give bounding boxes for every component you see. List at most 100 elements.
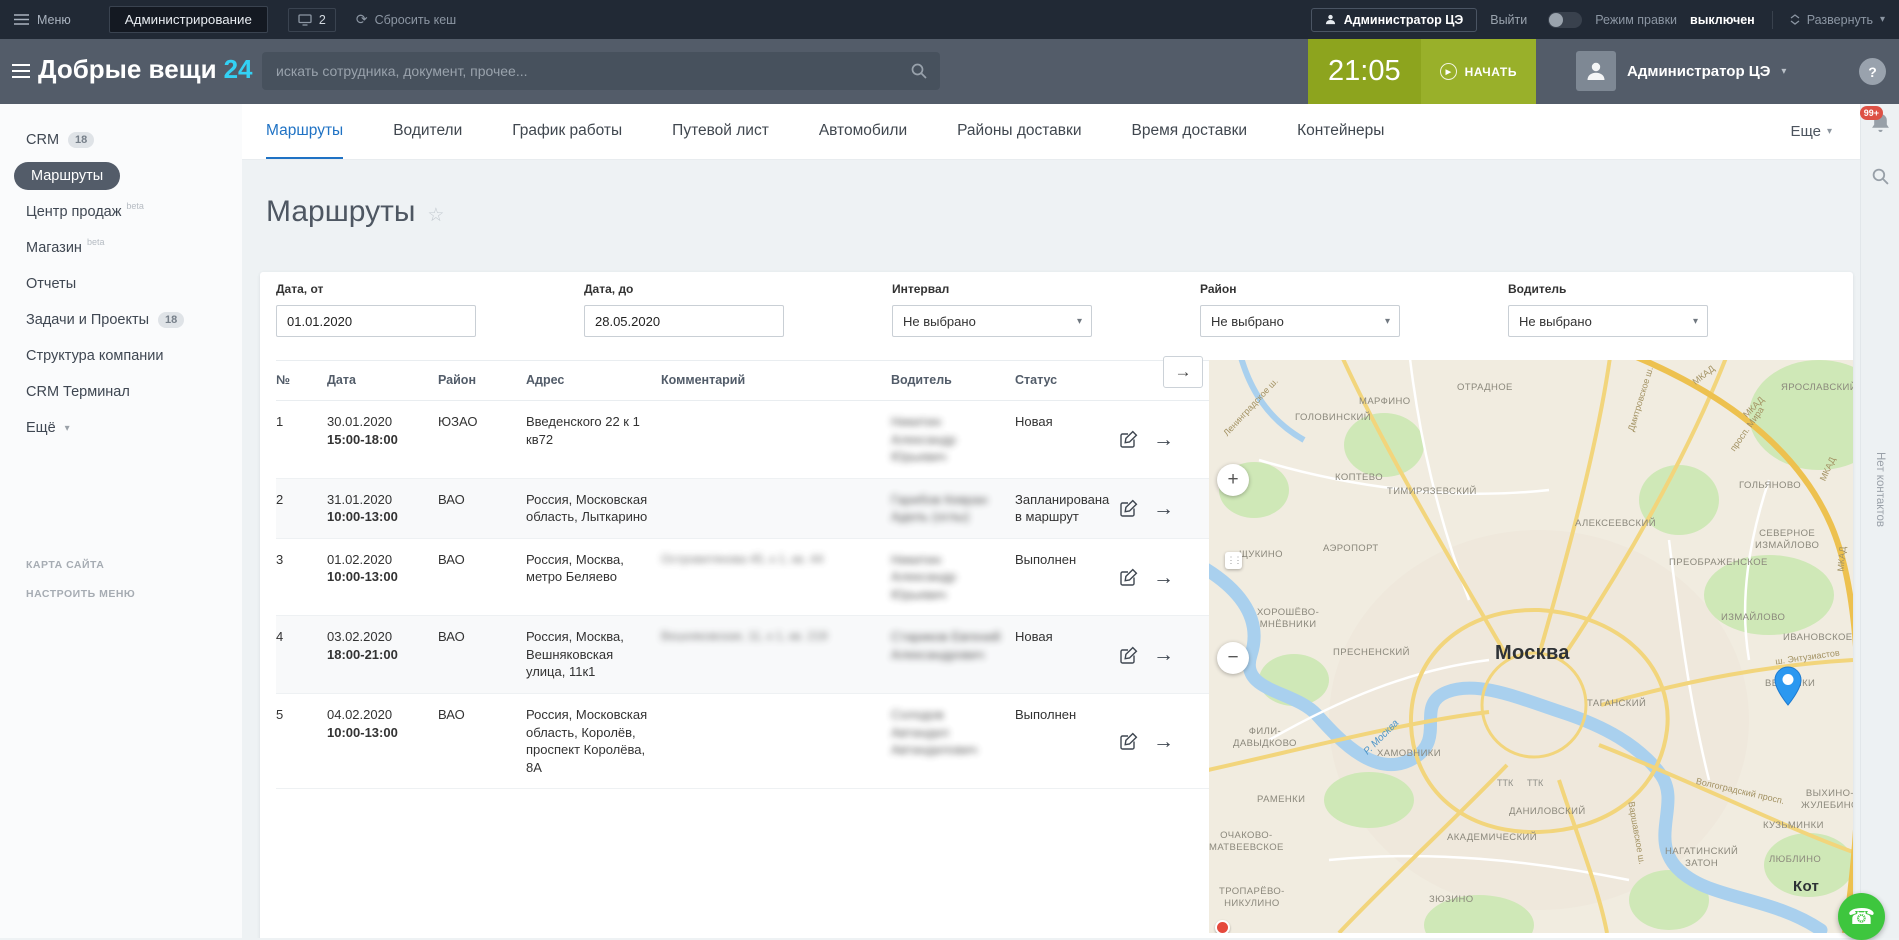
- expand-map-button[interactable]: →: [1163, 356, 1203, 388]
- sidebar-item-crm-terminal[interactable]: CRM Терминал: [0, 374, 242, 410]
- tab-delivery-districts[interactable]: Районы доставки: [957, 104, 1081, 159]
- cell-actions: →: [1120, 429, 1209, 450]
- filter-label: Дата, от: [276, 282, 476, 296]
- date-to-input[interactable]: [584, 305, 784, 337]
- table-row: 2 31.01.202010:00-13:00 ВАО Россия, Моск…: [276, 479, 1209, 539]
- cell-district: ВАО: [438, 551, 526, 604]
- sidebar-item-sales-center[interactable]: Центр продаж beta: [0, 194, 242, 230]
- cell-driver-blurred: Гарибов КевранАдель (оглы): [891, 491, 1015, 526]
- cell-driver-blurred: Солодов АвтандилАвтандилович: [891, 706, 1015, 776]
- filter-date-to: Дата, до: [584, 282, 784, 337]
- admin-account-label: Администратор ЦЭ: [1344, 13, 1464, 27]
- expand-button[interactable]: Развернуть ▾: [1790, 13, 1885, 27]
- logout-link[interactable]: Выйти: [1490, 13, 1527, 27]
- edit-icon[interactable]: [1120, 646, 1138, 664]
- worktime-start-label: НАЧАТЬ: [1465, 65, 1517, 79]
- administration-button[interactable]: Администрирование: [109, 6, 268, 33]
- col-header-address: Адрес: [526, 372, 661, 389]
- driver-select[interactable]: Не выбрано ▾: [1508, 305, 1708, 337]
- filter-interval: Интервал Не выбрано ▾: [892, 282, 1092, 337]
- sidebar-item-label: Ещё: [26, 420, 56, 436]
- counter-badge: 18: [158, 312, 184, 328]
- filter-label: Район: [1200, 282, 1400, 296]
- zoom-out-button[interactable]: −: [1217, 642, 1249, 674]
- main-header: Добрые вещи24 21:05 ▶ НАЧАТЬ Администрат…: [0, 39, 1899, 104]
- district-select[interactable]: Не выбрано ▾: [1200, 305, 1400, 337]
- worktime-widget[interactable]: 21:05 ▶ НАЧАТЬ: [1308, 39, 1536, 104]
- cell-district: ВАО: [438, 706, 526, 776]
- help-button[interactable]: ?: [1859, 58, 1886, 85]
- user-menu[interactable]: Администратор ЦЭ ▾: [1576, 51, 1786, 91]
- cell-comment: [661, 491, 891, 526]
- map-marker-red[interactable]: [1215, 920, 1230, 933]
- zoom-slider-handle[interactable]: ⋮⋮: [1225, 552, 1242, 569]
- map-pin[interactable]: [1773, 666, 1803, 706]
- admin-menu-button[interactable]: Меню: [14, 13, 71, 27]
- open-route-arrow[interactable]: →: [1153, 498, 1174, 519]
- rail-search-icon[interactable]: [1872, 168, 1889, 190]
- open-route-arrow[interactable]: →: [1153, 644, 1174, 665]
- section-tabs: Маршруты Водители График работы Путевой …: [242, 104, 1860, 160]
- filters-row: Дата, от Дата, до Интервал Не выбрано ▾ …: [276, 282, 1853, 337]
- tab-drivers[interactable]: Водители: [393, 104, 462, 159]
- sitemap-link[interactable]: КАРТА САЙТА: [26, 559, 135, 571]
- date-from-input[interactable]: [276, 305, 476, 337]
- edit-icon[interactable]: [1120, 732, 1138, 750]
- moscow-map[interactable]: ОТРАДНОЕ ЯРОСЛАВСКИЙ МАРФИНО ГОЛОВИНСКИЙ…: [1209, 360, 1853, 933]
- cell-address: Россия, Москва, Вешняковская улица, 11к1: [526, 628, 661, 681]
- user-icon: [1585, 60, 1607, 82]
- admin-topbar: Меню Администрирование 2 ⟳ Сбросить кеш …: [0, 0, 1899, 39]
- edit-icon[interactable]: [1120, 430, 1138, 448]
- beta-badge: beta: [87, 237, 105, 247]
- search-input[interactable]: [262, 52, 940, 90]
- tab-waybill[interactable]: Путевой лист: [672, 104, 769, 159]
- sidebar-item-label: CRM: [26, 132, 59, 148]
- monitor-counter-button[interactable]: 2: [288, 8, 336, 32]
- cell-district: ЮЗАО: [438, 413, 526, 466]
- telephony-button[interactable]: ☎: [1838, 893, 1885, 940]
- col-header-driver: Водитель: [891, 372, 1015, 389]
- user-icon: [1325, 14, 1336, 25]
- cell-driver-blurred: Стариков ЕвгенийАлександрович: [891, 628, 1015, 681]
- cell-num: 2: [276, 491, 327, 526]
- tab-cars[interactable]: Автомобили: [819, 104, 907, 159]
- sidebar: CRM 18 Маршруты Центр продаж beta Магази…: [0, 104, 242, 938]
- open-route-arrow[interactable]: →: [1153, 731, 1174, 752]
- sidebar-item-company-structure[interactable]: Структура компании: [0, 338, 242, 374]
- filter-date-from: Дата, от: [276, 282, 476, 337]
- edit-mode-toggle[interactable]: [1548, 12, 1582, 28]
- chevron-down-icon: ▾: [1693, 316, 1698, 327]
- worktime-start-button[interactable]: ▶ НАЧАТЬ: [1421, 39, 1536, 104]
- open-route-arrow[interactable]: →: [1153, 429, 1174, 450]
- admin-account-button[interactable]: Администратор ЦЭ: [1311, 8, 1478, 32]
- sidebar-item-crm[interactable]: CRM 18: [0, 122, 242, 158]
- sidebar-item-tasks-projects[interactable]: Задачи и Проекты 18: [0, 302, 242, 338]
- chevron-down-icon: ▾: [1385, 316, 1390, 327]
- right-rail: 99+ Нет контактов: [1860, 104, 1899, 938]
- sidebar-item-more[interactable]: Ещё ▾: [0, 410, 242, 446]
- tab-work-schedule[interactable]: График работы: [512, 104, 622, 159]
- col-header-status: Статус: [1015, 372, 1120, 389]
- tab-routes[interactable]: Маршруты: [266, 104, 343, 159]
- edit-icon[interactable]: [1120, 568, 1138, 586]
- tab-containers[interactable]: Контейнеры: [1297, 104, 1384, 159]
- sidebar-item-reports[interactable]: Отчеты: [0, 266, 242, 302]
- edit-icon[interactable]: [1120, 499, 1138, 517]
- open-route-arrow[interactable]: →: [1153, 567, 1174, 588]
- sidebar-item-routes[interactable]: Маршруты: [0, 158, 242, 194]
- sidebar-item-shop[interactable]: Магазин beta: [0, 230, 242, 266]
- chevron-down-icon: ▾: [1077, 316, 1082, 327]
- zoom-in-button[interactable]: +: [1217, 464, 1249, 496]
- tab-more[interactable]: Еще ▾: [1790, 104, 1832, 159]
- sidebar-toggle-button[interactable]: [12, 64, 30, 83]
- configure-menu-link[interactable]: НАСТРОИТЬ МЕНЮ: [26, 588, 135, 600]
- app-logo[interactable]: Добрые вещи24: [38, 54, 253, 85]
- filter-label: Интервал: [892, 282, 1092, 296]
- interval-select[interactable]: Не выбрано ▾: [892, 305, 1092, 337]
- tab-more-label: Еще: [1790, 123, 1821, 140]
- reset-cache-button[interactable]: ⟳ Сбросить кеш: [356, 11, 456, 28]
- tab-delivery-time[interactable]: Время доставки: [1131, 104, 1247, 159]
- cell-date: 03.02.202018:00-21:00: [327, 628, 438, 681]
- expand-label: Развернуть: [1807, 13, 1873, 27]
- favorite-star-icon[interactable]: ☆: [427, 204, 444, 227]
